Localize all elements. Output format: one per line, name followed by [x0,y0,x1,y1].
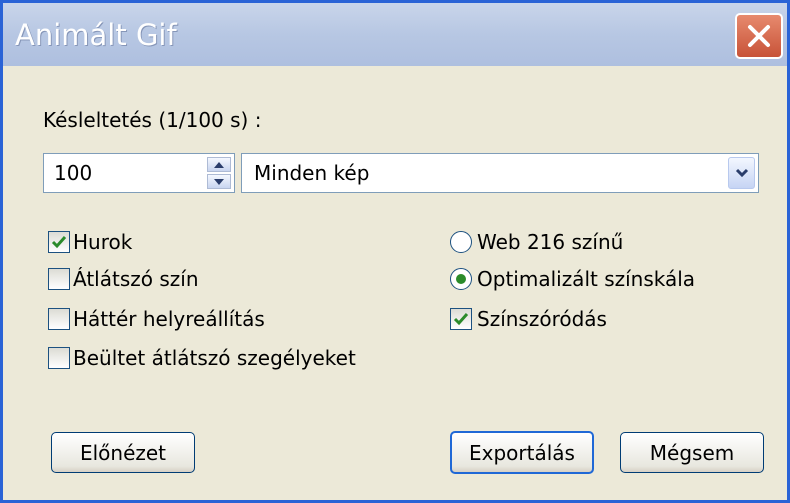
close-button[interactable] [735,13,783,59]
transparent-color-checkbox[interactable] [48,268,70,290]
spinner-up-button[interactable] [207,157,231,172]
loop-checkbox[interactable] [48,231,70,253]
dither-label: Színszóródás [477,307,607,331]
preview-button[interactable]: Előnézet [51,432,195,473]
delay-label: Késleltetés (1/100 s) : [43,108,262,132]
chevron-down-icon [735,168,748,178]
animated-gif-dialog: Animált Gif Késleltetés (1/100 s) : 100 … [0,0,790,503]
dropdown-button[interactable] [728,157,755,189]
title-bar[interactable]: Animált Gif [3,3,787,66]
dialog-title: Animált Gif [15,18,177,52]
export-button[interactable]: Exportálás [450,431,594,474]
arrow-up-icon [214,161,224,168]
transparent-color-label: Átlátszó szín [73,267,199,291]
optimized-palette-label: Optimalizált színskála [477,267,696,291]
delay-value[interactable]: 100 [54,161,92,185]
arrow-down-icon [214,178,224,185]
cancel-button[interactable]: Mégsem [620,432,764,473]
frame-scope-dropdown[interactable]: Minden kép [241,153,759,193]
web216-radio[interactable] [450,231,472,253]
web216-label: Web 216 színű [477,230,624,254]
optimized-palette-radio[interactable] [450,268,472,290]
restore-background-checkbox[interactable] [48,308,70,330]
checkmark-icon [51,236,67,249]
spinner-down-button[interactable] [207,174,231,189]
restore-background-label: Háttér helyreállítás [73,307,265,331]
frame-scope-value: Minden kép [254,161,370,185]
loop-label: Hurok [73,230,133,254]
spinner-buttons [207,157,231,189]
dither-checkbox[interactable] [450,308,472,330]
embed-transparent-borders-label: Beültet átlátszó szegélyeket [73,346,356,370]
delay-spinner[interactable]: 100 [43,153,235,193]
embed-transparent-borders-checkbox[interactable] [48,347,70,369]
radio-selected-dot [456,274,466,284]
close-icon [748,25,770,47]
checkmark-icon [453,313,469,326]
